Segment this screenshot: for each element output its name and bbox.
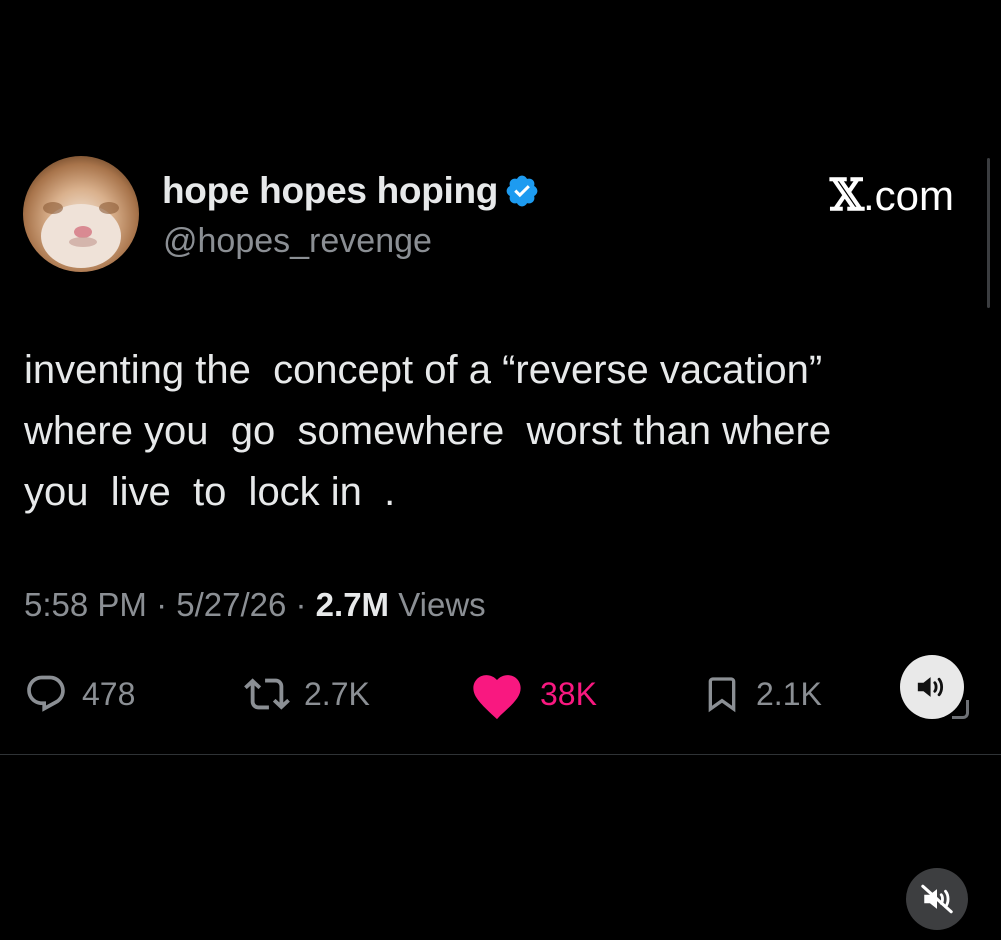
reply-button[interactable]: 478 bbox=[24, 664, 135, 724]
views-label: Views bbox=[389, 586, 486, 623]
like-button[interactable]: 38K bbox=[468, 664, 597, 724]
divider bbox=[0, 754, 1001, 755]
reply-icon bbox=[27, 675, 65, 712]
corner-indicator bbox=[952, 700, 969, 719]
repost-count: 2.7K bbox=[304, 675, 370, 712]
avatar[interactable] bbox=[23, 156, 139, 272]
author-handle[interactable]: @hopes_revenge bbox=[163, 222, 432, 261]
avatar-image bbox=[23, 156, 139, 272]
like-count: 38K bbox=[540, 675, 597, 712]
x-logo-icon: 𝕏 bbox=[829, 170, 864, 221]
tweet-meta: 5:58 PM · 5/27/26 · 2.7M Views bbox=[24, 586, 486, 624]
repost-button[interactable]: 2.7K bbox=[244, 664, 370, 724]
heart-icon bbox=[473, 675, 521, 720]
author-name-row[interactable]: hope hopes hoping bbox=[162, 169, 540, 213]
mute-button[interactable] bbox=[906, 868, 968, 930]
views-count: 2.7M bbox=[315, 586, 390, 623]
scroll-edge bbox=[987, 158, 990, 308]
tweet-text: inventing the concept of a “reverse vaca… bbox=[24, 348, 832, 514]
tweet-date[interactable]: 5/27/26 bbox=[176, 586, 286, 623]
repost-icon bbox=[244, 678, 290, 710]
brand-suffix: .com bbox=[862, 172, 954, 219]
reply-count: 478 bbox=[82, 675, 136, 712]
speaker-muted-icon bbox=[921, 884, 953, 914]
bookmark-icon bbox=[708, 677, 736, 713]
tweet-time[interactable]: 5:58 PM bbox=[24, 586, 147, 623]
meta-separator: · bbox=[286, 586, 316, 623]
bookmark-button[interactable]: 2.1K bbox=[702, 664, 822, 724]
speaker-icon bbox=[917, 677, 944, 697]
bookmark-count: 2.1K bbox=[756, 675, 822, 712]
verified-badge-icon bbox=[504, 173, 540, 209]
brand-label: 𝕏 .com bbox=[830, 170, 954, 221]
action-bar: 478 2.7K 38K 2.1K bbox=[0, 664, 1001, 724]
display-name[interactable]: hope hopes hoping bbox=[162, 170, 498, 212]
meta-separator: · bbox=[146, 586, 177, 623]
